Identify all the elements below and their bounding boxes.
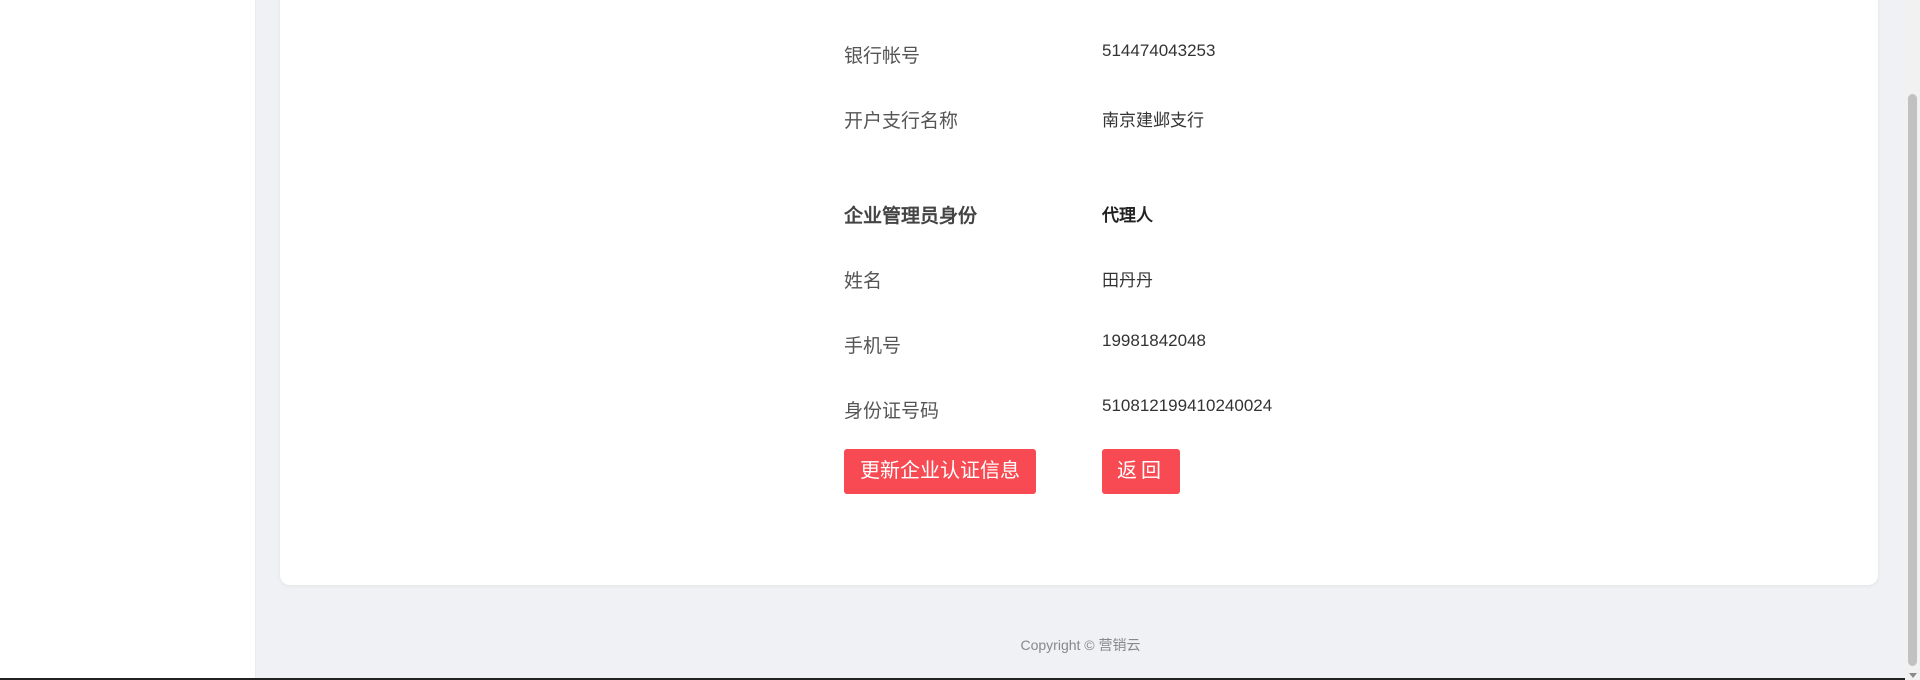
admin-identity-label: 企业管理员身份 (844, 206, 978, 227)
name-label: 姓名 (844, 271, 883, 292)
back-button[interactable]: 返回 (1102, 449, 1180, 494)
name-value: 田丹丹 (1102, 271, 1153, 290)
admin-identity-row: 企业管理员身份 代理人 (844, 201, 1644, 227)
scrollbar-thumb[interactable] (1908, 94, 1917, 666)
vertical-scrollbar[interactable] (1905, 0, 1920, 680)
phone-row: 手机号 19981842048 (844, 331, 1644, 357)
id-number-row: 身份证号码 510812199410240024 (844, 396, 1644, 422)
sidebar (0, 0, 256, 680)
bank-account-row: 银行帐号 514474043253 (844, 41, 1644, 67)
name-row: 姓名 田丹丹 (844, 266, 1644, 292)
bank-account-value: 514474043253 (1102, 41, 1216, 60)
id-number-label: 身份证号码 (844, 401, 940, 422)
branch-name-value: 南京建邺支行 (1102, 111, 1204, 130)
bank-account-label: 银行帐号 (844, 46, 921, 67)
enterprise-info-card: 银行帐号 514474043253 开户支行名称 南京建邺支行 企业管理员身份 … (280, 0, 1878, 585)
phone-label: 手机号 (844, 336, 902, 357)
update-enterprise-info-button[interactable]: 更新企业认证信息 (844, 449, 1036, 494)
phone-value: 19981842048 (1102, 331, 1207, 350)
id-number-value: 510812199410240024 (1102, 396, 1273, 415)
footer-copyright: Copyright © 营销云 (1020, 637, 1141, 653)
admin-identity-value: 代理人 (1102, 206, 1153, 225)
scroll-down-arrow-icon[interactable] (1909, 673, 1917, 678)
branch-name-label: 开户支行名称 (844, 111, 959, 132)
branch-name-row: 开户支行名称 南京建邺支行 (844, 106, 1644, 132)
main-content: 银行帐号 514474043253 开户支行名称 南京建邺支行 企业管理员身份 … (256, 0, 1905, 680)
